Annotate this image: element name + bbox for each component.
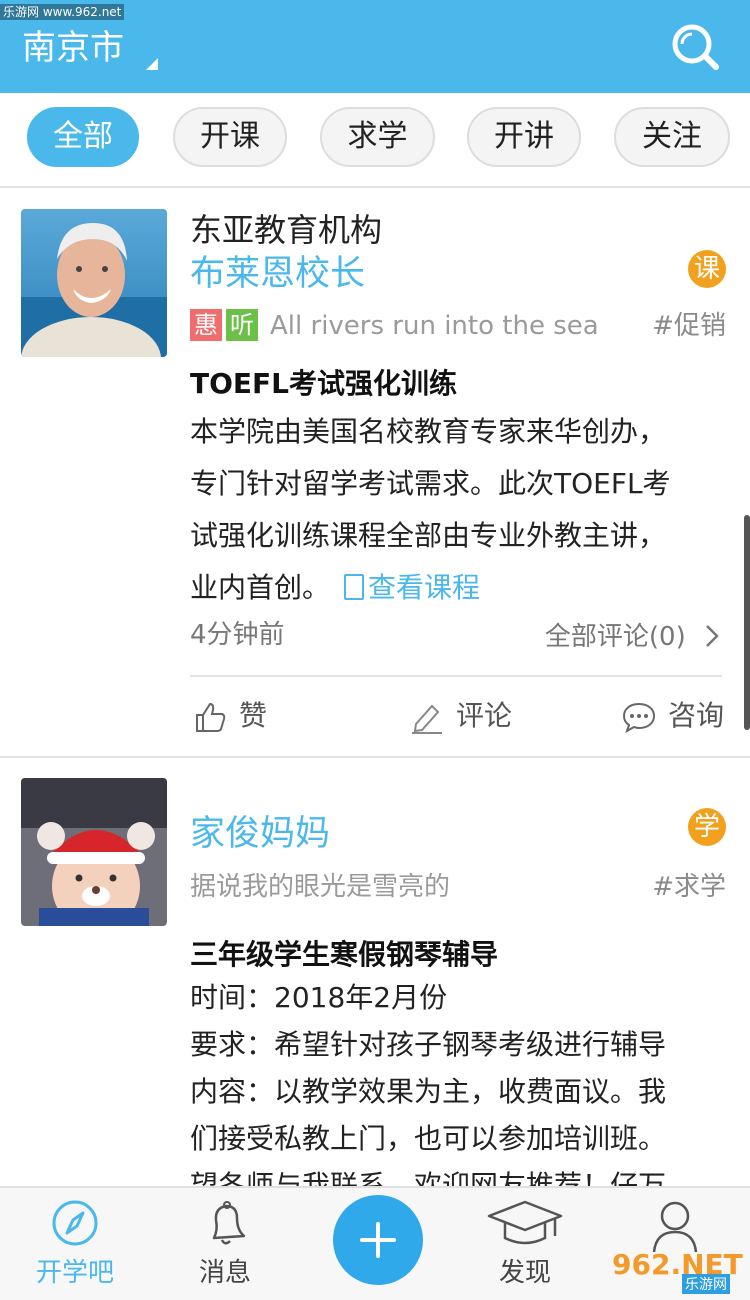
nav-label: 发现 [498, 1258, 551, 1288]
motto: 据说我的眼光是雪亮的 [190, 872, 451, 902]
comment-button[interactable]: 评论 [410, 696, 512, 736]
user-icon [652, 1201, 698, 1253]
tab-open-course[interactable]: 开课 [173, 107, 287, 167]
body-line: 时间：2018年2月份 [190, 981, 448, 1014]
author-name[interactable]: 布莱恩校长 [190, 252, 365, 296]
badge-row: 惠听 [190, 309, 262, 345]
pencil-icon [412, 704, 442, 734]
hashtag[interactable]: #促销 [652, 308, 726, 344]
watermark-logo: 962.NET 乐游网 [612, 1248, 746, 1296]
divider [190, 675, 722, 677]
study-type-badge: 学 [688, 808, 726, 846]
consult-button[interactable]: 咨询 [622, 696, 724, 736]
body-line: 试强化训练课程全部由专业外教主讲， [190, 519, 667, 552]
graduation-cap-icon [487, 1200, 563, 1245]
view-course-link[interactable]: 查看课程 [344, 571, 480, 604]
post-time: 4分钟前 [190, 620, 285, 650]
post-title[interactable]: TOEFL考试强化训练 [190, 365, 457, 403]
tab-follow[interactable]: 关注 [614, 107, 730, 167]
motto: All rivers run into the sea [270, 311, 599, 341]
comment-label: 评论 [456, 699, 513, 732]
post-card: 东亚教育机构 布莱恩校长 课 惠听 All rivers run into th… [0, 190, 750, 756]
tab-all[interactable]: 全部 [27, 107, 139, 167]
body-line: 内容：以教学效果为主，收费面议。我 [190, 1075, 667, 1108]
body-line: 望各师与我联系，欢迎网友推荐！仔万 [190, 1169, 667, 1186]
body-line: 专门针对留学考试需求。此次TOEFL考 [190, 467, 671, 500]
post-body: 时间：2018年2月份 要求：希望针对孩子钢琴考级进行辅导 内容：以教学效果为主… [190, 974, 730, 1186]
body-line: 业内首创。 查看课程 [190, 562, 730, 614]
scrollbar[interactable] [744, 515, 750, 730]
like-label: 赞 [239, 699, 268, 732]
audition-badge: 听 [226, 309, 258, 341]
org-name: 东亚教育机构 [190, 211, 383, 249]
body-line: 们接受私教上门，也可以参加培训班。 [190, 1122, 667, 1155]
avatar[interactable] [21, 778, 167, 926]
tab-seek-study[interactable]: 求学 [320, 107, 435, 167]
view-course-label: 查看课程 [368, 571, 481, 604]
post-title[interactable]: 三年级学生寒假钢琴辅导 [190, 936, 498, 974]
chat-bubble-icon [622, 702, 656, 734]
avatar[interactable] [21, 209, 167, 357]
all-comments-link[interactable]: 全部评论(0) [545, 619, 720, 655]
top-header: 乐游网 www.962.net 南京市 [0, 0, 750, 93]
consult-label: 咨询 [668, 699, 725, 732]
add-post-button[interactable] [333, 1195, 423, 1285]
search-icon [672, 24, 719, 70]
course-type-badge: 课 [688, 250, 726, 288]
all-comments-label: 全部评论(0) [544, 622, 686, 652]
hashtag[interactable]: #求学 [652, 869, 726, 905]
body-line: 本学院由美国名校教育专家来华创办， [190, 415, 667, 448]
post-card: 家俊妈妈 学 据说我的眼光是雪亮的 #求学 三年级学生寒假钢琴辅导 时间：201… [0, 758, 750, 1186]
nav-label: 开学吧 [35, 1258, 114, 1288]
watermark-sub: 乐游网 [682, 1274, 730, 1294]
nav-item-kaixueba[interactable]: 开学吧 [0, 1188, 150, 1300]
body-line: 要求：希望针对孩子钢琴考级进行辅导 [190, 1028, 667, 1061]
document-icon [344, 574, 365, 600]
nav-item-discover[interactable]: 发现 [450, 1188, 600, 1300]
city-dropdown-icon[interactable] [146, 58, 158, 70]
author-name[interactable]: 家俊妈妈 [190, 812, 330, 856]
like-button[interactable]: 赞 [193, 696, 267, 736]
bell-icon [212, 1201, 246, 1245]
body-line-text: 业内首创。 [190, 571, 331, 604]
tab-lecture[interactable]: 开讲 [467, 107, 581, 167]
watermark-top: 乐游网 www.962.net [0, 4, 125, 20]
compass-icon [52, 1200, 98, 1246]
filter-tabs: 全部 开课 求学 开讲 关注 [0, 93, 750, 188]
search-button[interactable] [668, 22, 722, 72]
nav-item-messages[interactable]: 消息 [150, 1188, 300, 1300]
nav-label: 消息 [198, 1258, 251, 1288]
discount-badge: 惠 [190, 309, 222, 341]
post-body: 本学院由美国名校教育专家来华创办， 专门针对留学考试需求。此次TOEFL考 试强… [190, 406, 730, 614]
city-selector[interactable]: 南京市 [22, 26, 124, 70]
thumbs-up-icon [196, 702, 226, 732]
chevron-right-icon [706, 625, 719, 647]
